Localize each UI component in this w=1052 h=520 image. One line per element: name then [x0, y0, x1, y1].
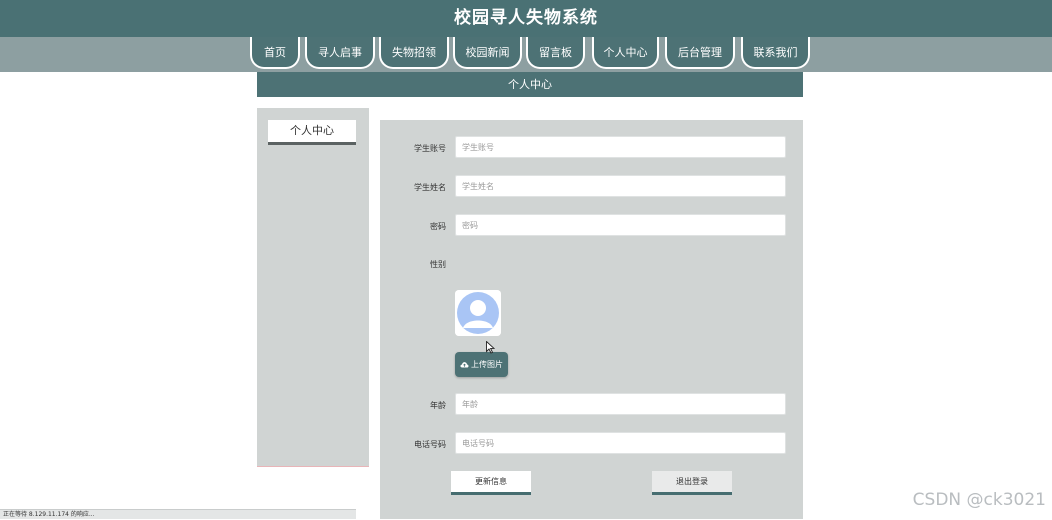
page-title: 个人中心	[257, 72, 803, 97]
cloud-upload-icon	[460, 362, 469, 368]
watermark: CSDN @ck3021	[912, 490, 1046, 510]
gender-label: 性别	[430, 260, 446, 269]
account-input[interactable]	[455, 136, 786, 158]
app-header: 校园寻人失物系统	[0, 0, 1052, 37]
browser-status-bar: 正在等待 8.129.11.174 的响应...	[0, 509, 356, 519]
update-info-button[interactable]: 更新信息	[451, 471, 531, 495]
upload-image-button[interactable]: 上传图片	[455, 352, 508, 377]
nav-tab-message-board[interactable]: 留言板	[526, 37, 585, 69]
age-label: 年龄	[430, 401, 446, 410]
name-label: 学生姓名	[414, 183, 446, 192]
app-title: 校园寻人失物系统	[454, 8, 598, 28]
profile-form: 学生账号 学生姓名 密码 性别 上传图片 年龄 电话号码 更新信息 退出登录	[380, 120, 803, 519]
nav-tab-contact-us[interactable]: 联系我们	[741, 37, 810, 69]
nav-tab-missing-persons[interactable]: 寻人启事	[305, 37, 375, 69]
name-input[interactable]	[455, 175, 786, 197]
avatar[interactable]	[455, 290, 501, 336]
sidebar: 个人中心	[257, 108, 369, 467]
nav-tab-admin[interactable]: 后台管理	[665, 37, 735, 69]
sidebar-item-personal-center[interactable]: 个人中心	[268, 120, 356, 145]
age-input[interactable]	[455, 393, 786, 415]
logout-button[interactable]: 退出登录	[652, 471, 732, 495]
nav-tab-personal-center[interactable]: 个人中心	[592, 37, 659, 69]
upload-button-label: 上传图片	[471, 360, 503, 369]
nav-tab-lost-found[interactable]: 失物招领	[379, 37, 449, 69]
top-nav: 首页 寻人启事 失物招领 校园新闻 留言板 个人中心 后台管理 联系我们	[0, 37, 1052, 72]
phone-label: 电话号码	[414, 440, 446, 449]
user-avatar-icon	[455, 290, 501, 336]
mouse-cursor-icon	[486, 341, 495, 354]
password-input[interactable]	[455, 214, 786, 236]
nav-tab-home[interactable]: 首页	[250, 37, 300, 69]
nav-tab-campus-news[interactable]: 校园新闻	[453, 37, 522, 69]
password-label: 密码	[430, 222, 446, 231]
phone-input[interactable]	[455, 432, 786, 454]
account-label: 学生账号	[414, 144, 446, 153]
